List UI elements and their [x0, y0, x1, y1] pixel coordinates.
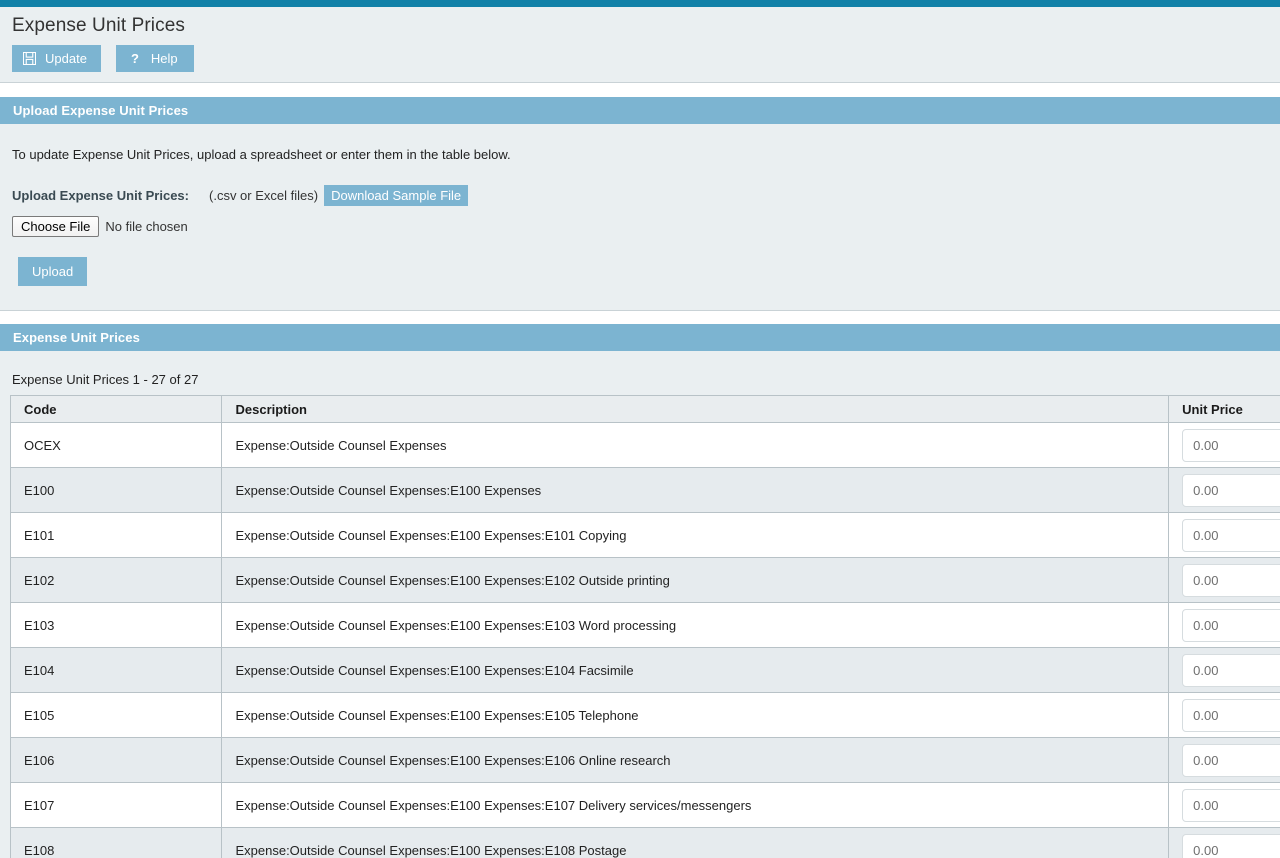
- cell-code: E105: [9, 692, 223, 738]
- cell-code: E102: [9, 557, 223, 603]
- cell-code: E107: [9, 782, 223, 828]
- table-row: E108 Expense:Outside Counsel Expenses:E10…: [9, 827, 1280, 858]
- cell-unit-price: [1168, 782, 1280, 828]
- cell-description: Expense:Outside Counsel Expenses:E100 Ex…: [221, 737, 1170, 783]
- table-row: E100 Expense:Outside Counsel Expenses:E10…: [9, 467, 1280, 513]
- column-header-code: Code: [9, 395, 223, 423]
- table-row: E103 Expense:Outside Counsel Expenses:E10…: [9, 602, 1280, 648]
- table-row: OCEX Expense:Outside Counsel Expenses: [9, 422, 1280, 468]
- cell-description: Expense:Outside Counsel Expenses:E100 Ex…: [221, 512, 1170, 558]
- expense-unit-prices-table: Code Description Unit Price OCEX Expense:…: [9, 395, 1280, 858]
- help-button[interactable]: ? Help: [115, 45, 194, 72]
- upload-panel-heading: Upload Expense Unit Prices: [0, 97, 1280, 124]
- toolbar: Update ? Help: [0, 45, 1280, 72]
- cell-unit-price: [1168, 422, 1280, 468]
- panel-gap: [0, 311, 1280, 324]
- unit-price-input[interactable]: [1182, 743, 1280, 777]
- table-row: E107 Expense:Outside Counsel Expenses:E10…: [9, 782, 1280, 828]
- cell-unit-price: [1168, 737, 1280, 783]
- table-header-row: Code Description Unit Price: [9, 395, 1280, 423]
- choose-file-button[interactable]: Choose File: [12, 216, 100, 237]
- upload-button-row: Upload: [0, 237, 1280, 310]
- no-file-chosen-text: No file chosen: [105, 219, 188, 234]
- cell-description: Expense:Outside Counsel Expenses: [221, 422, 1170, 468]
- update-button[interactable]: Update: [12, 45, 101, 72]
- cell-unit-price: [1168, 557, 1280, 603]
- cell-code: E104: [9, 647, 223, 693]
- unit-price-input[interactable]: [1182, 698, 1280, 732]
- question-mark-icon: ?: [130, 51, 139, 66]
- unit-price-input[interactable]: [1182, 653, 1280, 687]
- page-header: Expense Unit Prices Update ? Help: [0, 7, 1280, 83]
- column-header-description: Description: [221, 395, 1170, 423]
- cell-description: Expense:Outside Counsel Expenses:E100 Ex…: [221, 782, 1170, 828]
- cell-description: Expense:Outside Counsel Expenses:E100 Ex…: [221, 467, 1170, 513]
- cell-code: E106: [9, 737, 223, 783]
- upload-field-row: Upload Expense Unit Prices: (.csv or Exc…: [0, 162, 1280, 206]
- cell-description: Expense:Outside Counsel Expenses:E100 Ex…: [221, 692, 1170, 738]
- top-accent-bar: [0, 0, 1280, 7]
- cell-code: OCEX: [9, 422, 223, 468]
- save-icon: [22, 52, 36, 66]
- unit-price-input[interactable]: [1182, 788, 1280, 822]
- unit-price-input[interactable]: [1182, 833, 1280, 858]
- file-input-row: Choose File No file chosen: [0, 206, 1280, 237]
- unit-price-input[interactable]: [1182, 518, 1280, 552]
- cell-unit-price: [1168, 512, 1280, 558]
- cell-unit-price: [1168, 602, 1280, 648]
- unit-price-input[interactable]: [1182, 563, 1280, 597]
- cell-unit-price: [1168, 467, 1280, 513]
- table-row: E105 Expense:Outside Counsel Expenses:E10…: [9, 692, 1280, 738]
- help-button-label: Help: [150, 51, 178, 66]
- table-row: E101 Expense:Outside Counsel Expenses:E10…: [9, 512, 1280, 558]
- column-header-unit-price: Unit Price: [1168, 395, 1280, 423]
- cell-unit-price: [1168, 692, 1280, 738]
- cell-description: Expense:Outside Counsel Expenses:E100 Ex…: [221, 602, 1170, 648]
- unit-price-input[interactable]: [1182, 608, 1280, 642]
- results-panel-body: Expense Unit Prices 1 - 27 of 27 Code De…: [0, 351, 1280, 858]
- cell-code: E103: [9, 602, 223, 648]
- table-row: E102 Expense:Outside Counsel Expenses:E10…: [9, 557, 1280, 603]
- cell-unit-price: [1168, 827, 1280, 858]
- cell-code: E108: [9, 827, 223, 858]
- file-types-note: (.csv or Excel files): [209, 188, 319, 203]
- upload-instructions: To update Expense Unit Prices, upload a …: [12, 147, 511, 162]
- table-row: E104 Expense:Outside Counsel Expenses:E10…: [9, 647, 1280, 693]
- upload-button[interactable]: Upload: [18, 257, 88, 286]
- cell-description: Expense:Outside Counsel Expenses:E100 Ex…: [221, 647, 1170, 693]
- result-count-text: Expense Unit Prices 1 - 27 of 27: [12, 372, 199, 387]
- cell-code: E100: [9, 467, 223, 513]
- cell-unit-price: [1168, 647, 1280, 693]
- cell-description: Expense:Outside Counsel Expenses:E100 Ex…: [221, 827, 1170, 858]
- update-button-label: Update: [45, 51, 87, 66]
- upload-field-label: Upload Expense Unit Prices:: [12, 188, 189, 203]
- unit-price-input[interactable]: [1182, 428, 1280, 462]
- cell-description: Expense:Outside Counsel Expenses:E100 Ex…: [221, 557, 1170, 603]
- cell-code: E101: [9, 512, 223, 558]
- table-row: E106 Expense:Outside Counsel Expenses:E10…: [9, 737, 1280, 783]
- table-body: OCEXExpense:Outside Counsel ExpensesE100…: [9, 422, 1280, 858]
- page-title: Expense Unit Prices: [12, 15, 185, 36]
- header-gap: [0, 83, 1280, 97]
- results-panel-heading: Expense Unit Prices: [0, 324, 1280, 351]
- upload-panel-body: To update Expense Unit Prices, upload a …: [0, 124, 1280, 310]
- unit-price-input[interactable]: [1182, 473, 1280, 507]
- download-sample-file-button[interactable]: Download Sample File: [324, 185, 469, 206]
